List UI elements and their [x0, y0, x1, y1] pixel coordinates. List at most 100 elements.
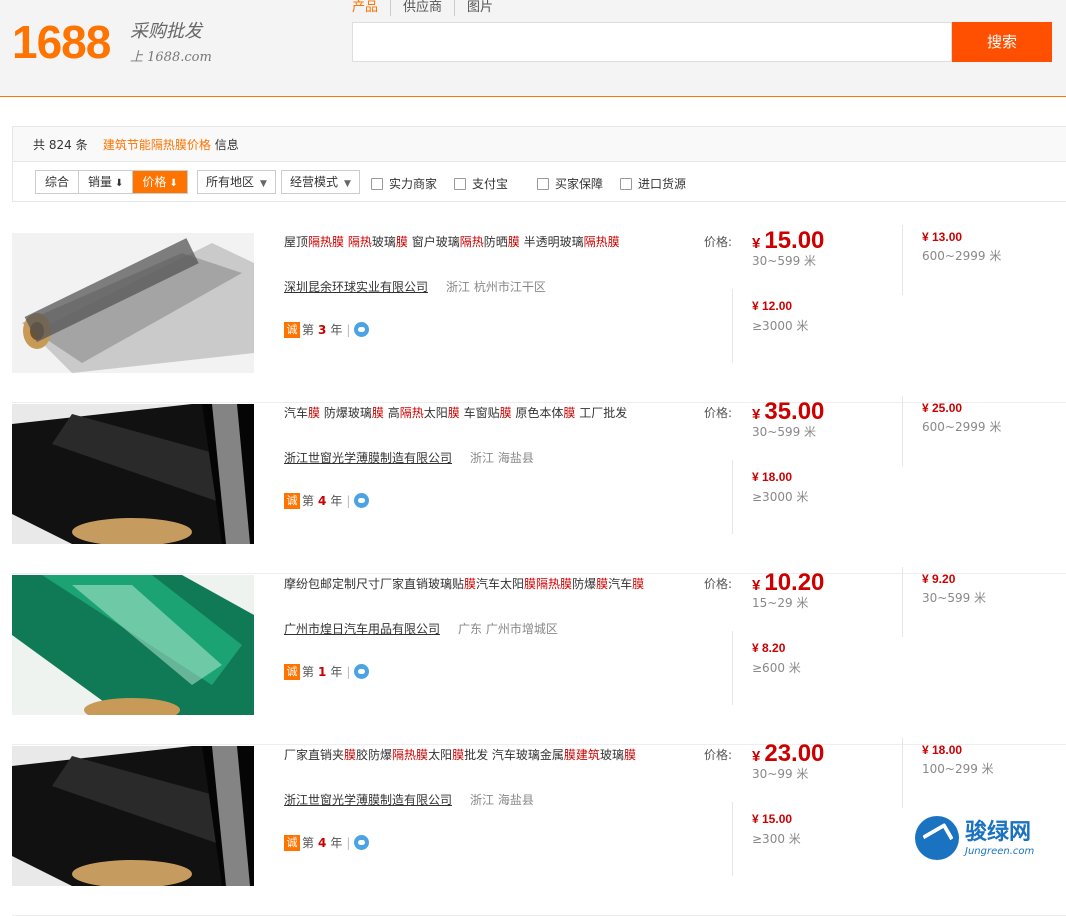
title-segment: 胶防爆 — [356, 748, 393, 762]
company-location: 浙江 海盐县 — [470, 793, 534, 807]
company-link[interactable]: 浙江世窗光学薄膜制造有限公司 — [284, 449, 452, 466]
price-main: ¥23.00 — [752, 740, 824, 768]
membership-years: 诚 第 1 年 | — [284, 663, 370, 680]
filter-buyer-protection[interactable]: 买家保障 — [537, 175, 603, 192]
chengxintong-icon[interactable]: 诚 — [284, 321, 300, 338]
logo-url: 上 1688.com — [130, 50, 212, 65]
company-link[interactable]: 深圳昆余环球实业有限公司 — [284, 278, 428, 295]
checkbox-label: 进口货源 — [638, 177, 687, 191]
sort-price-button[interactable]: 价格 ⬇ — [132, 171, 187, 193]
title-segment: 太阳 — [428, 748, 453, 762]
watermark-logo-icon — [915, 816, 959, 860]
search-button[interactable]: 搜索 — [952, 22, 1052, 62]
title-segment: 膜 — [596, 577, 609, 591]
quantity-range: 30~99 米 — [752, 767, 809, 781]
arrow-down-icon: ⬇ — [115, 178, 124, 189]
search-input[interactable] — [352, 22, 952, 62]
product-photo — [12, 575, 254, 715]
title-segment: 屋顶 — [284, 235, 309, 249]
price-label: 价格: — [704, 748, 733, 762]
tab-suppliers[interactable]: 供应商 — [390, 0, 454, 16]
chengxintong-icon[interactable]: 诚 — [284, 492, 300, 509]
logo[interactable]: 1688 — [12, 16, 111, 68]
divider — [732, 802, 733, 876]
wangwang-chat-icon[interactable] — [354, 322, 370, 337]
sort-default-button[interactable]: 综合 — [36, 171, 79, 193]
product-image[interactable] — [12, 575, 254, 715]
quantity-range-2: 30~599 米 — [922, 591, 987, 605]
watermark-name: 骏绿网 — [965, 819, 1032, 845]
business-mode-dropdown[interactable]: 经营模式 ▼ — [281, 170, 360, 194]
watermark-url: Jungreen.com — [965, 845, 1035, 857]
filter-strong-merchant[interactable]: 实力商家 — [371, 175, 437, 192]
year-prefix: 第 — [302, 323, 315, 337]
product-image[interactable] — [12, 233, 254, 373]
year-prefix: 第 — [302, 494, 315, 508]
wangwang-chat-icon[interactable] — [354, 835, 370, 850]
filter-alipay[interactable]: 支付宝 — [454, 175, 508, 192]
divider: | — [346, 493, 351, 508]
year-count: 4 — [318, 835, 327, 850]
filter-imported[interactable]: 进口货源 — [620, 175, 686, 192]
title-segment: 隔热膜 — [308, 235, 345, 249]
checkbox[interactable] — [454, 177, 466, 190]
checkbox[interactable] — [537, 177, 549, 190]
year-suffix: 年 — [330, 665, 343, 679]
product-title-link[interactable]: 摩纷包邮定制尺寸厂家直销玻璃贴膜汽车太阳膜隔热膜防爆膜汽车膜 — [284, 575, 644, 592]
title-segment: 太阳 — [423, 406, 448, 420]
wangwang-chat-icon[interactable] — [354, 493, 370, 508]
sort-price-label: 价格 — [142, 175, 167, 189]
chengxintong-icon[interactable]: 诚 — [284, 663, 300, 680]
region-dropdown[interactable]: 所有地区 ▼ — [197, 170, 276, 194]
quantity-range-3: ≥3000 米 — [752, 490, 809, 504]
product-photo — [12, 233, 254, 373]
year-count: 3 — [318, 322, 327, 337]
checkbox[interactable] — [620, 177, 632, 190]
product-photo — [12, 746, 254, 886]
product-image[interactable] — [12, 746, 254, 886]
quantity-range-3: ≥3000 米 — [752, 319, 809, 333]
product-title-link[interactable]: 屋顶隔热膜 隔热玻璃膜 窗户玻璃隔热防晒膜 半透明玻璃隔热膜 — [284, 233, 620, 250]
divider — [902, 567, 903, 637]
title-segment: 隔热 — [459, 235, 484, 249]
company-link[interactable]: 浙江世窗光学薄膜制造有限公司 — [284, 791, 452, 808]
quantity-range: 30~599 米 — [752, 254, 817, 268]
price-value: 35.00 — [764, 398, 825, 425]
year-prefix: 第 — [302, 836, 315, 850]
divider — [732, 289, 733, 363]
wangwang-chat-icon[interactable] — [354, 664, 370, 679]
title-segment: 窗户玻璃 — [407, 235, 460, 249]
chengxintong-icon[interactable]: 诚 — [284, 834, 300, 851]
checkbox[interactable] — [371, 177, 383, 190]
tab-images[interactable]: 图片 — [454, 0, 505, 16]
result-summary: 共 824 条 建筑节能隔热膜价格 信息 — [12, 126, 1066, 162]
title-segment: 防晒 — [483, 235, 508, 249]
divider — [902, 738, 903, 808]
divider — [902, 225, 903, 295]
title-segment: 防爆 — [572, 577, 597, 591]
title-segment: 膜 — [499, 406, 512, 420]
divider: | — [346, 664, 351, 679]
title-segment: 工厂批发 — [575, 406, 628, 420]
price-tier-3: ¥ 18.00 — [752, 470, 793, 484]
product-image[interactable] — [12, 404, 254, 544]
product-listing: 厂家直销夹膜胶防爆隔热膜太阳膜批发 汽车玻璃金属膜建筑玻璃膜 浙江世窗光学薄膜制… — [12, 738, 1066, 916]
title-segment: 高 — [383, 406, 400, 420]
product-listing: 摩纷包邮定制尺寸厂家直销玻璃贴膜汽车太阳膜隔热膜防爆膜汽车膜 广州市煌日汽车用品… — [12, 567, 1066, 745]
caret-down-icon: ▼ — [344, 179, 351, 189]
title-segment: 隔热 — [399, 406, 424, 420]
title-segment: 半透明玻璃 — [519, 235, 584, 249]
price-tier-3: ¥ 12.00 — [752, 299, 793, 313]
company-link[interactable]: 广州市煌日汽车用品有限公司 — [284, 620, 440, 637]
title-segment: 汽车 — [284, 406, 309, 420]
tab-products[interactable]: 产品 — [352, 0, 390, 16]
product-title-link[interactable]: 汽车膜 防爆玻璃膜 高隔热太阳膜 车窗贴膜 原色本体膜 工厂批发 — [284, 404, 627, 421]
membership-years: 诚 第 3 年 | — [284, 321, 370, 338]
price-tier-3: ¥ 8.20 — [752, 641, 786, 655]
title-segment: 隔热膜 — [583, 235, 620, 249]
product-title-link[interactable]: 厂家直销夹膜胶防爆隔热膜太阳膜批发 汽车玻璃金属膜建筑玻璃膜 — [284, 746, 636, 763]
title-segment: 膜隔热膜 — [524, 577, 573, 591]
title-segment: 膜 — [344, 748, 357, 762]
sort-sales-button[interactable]: 销量 ⬇ — [78, 171, 133, 193]
year-suffix: 年 — [330, 323, 343, 337]
